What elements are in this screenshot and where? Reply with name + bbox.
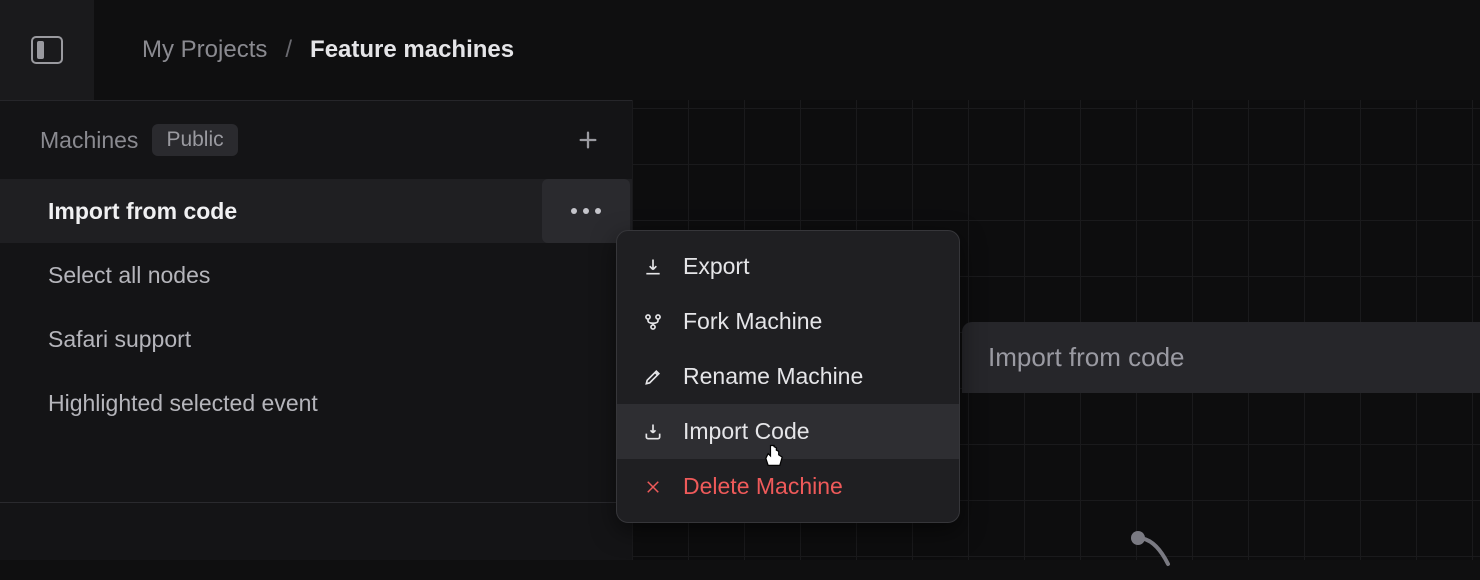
breadcrumb-root[interactable]: My Projects: [142, 36, 267, 64]
machine-list: Import from code Select all nodes Safari…: [0, 179, 632, 435]
context-menu: Export Fork Machine Rename Machine Impor…: [616, 230, 960, 523]
menu-item-label: Fork Machine: [683, 308, 822, 335]
sidebar: Machines Public Import from code Select …: [0, 100, 632, 560]
machine-item-label: Import from code: [48, 198, 237, 225]
menu-item-label: Export: [683, 253, 749, 280]
menu-item-export[interactable]: Export: [617, 239, 959, 294]
pencil-icon: [641, 365, 665, 389]
machine-item[interactable]: Safari support: [0, 307, 632, 371]
sidebar-toggle-wrap: [0, 0, 94, 100]
menu-item-label: Import Code: [683, 418, 810, 445]
machine-more-button[interactable]: [542, 179, 630, 243]
menu-item-fork[interactable]: Fork Machine: [617, 294, 959, 349]
node-title: Import from code: [988, 342, 1185, 372]
x-icon: [641, 475, 665, 499]
connector-icon: [1120, 520, 1180, 580]
fork-icon: [641, 310, 665, 334]
sidebar-header: Machines Public: [0, 101, 632, 179]
more-icon: [571, 208, 601, 214]
machine-item-label: Safari support: [48, 326, 191, 353]
sidebar-footer: [0, 502, 632, 560]
download-icon: [641, 255, 665, 279]
menu-item-import-code[interactable]: Import Code: [617, 404, 959, 459]
sidebar-header-left: Machines Public: [40, 124, 238, 156]
breadcrumb-current[interactable]: Feature machines: [310, 36, 514, 64]
plus-icon: [577, 129, 599, 151]
visibility-badge: Public: [152, 124, 237, 156]
sidebar-title: Machines: [40, 127, 138, 154]
topbar: My Projects / Feature machines: [0, 0, 1480, 100]
breadcrumb-separator: /: [285, 36, 292, 64]
machine-item[interactable]: Select all nodes: [0, 243, 632, 307]
menu-item-label: Rename Machine: [683, 363, 863, 390]
machine-item-label: Select all nodes: [48, 262, 210, 289]
machine-node[interactable]: Import from code: [962, 322, 1480, 393]
menu-item-rename[interactable]: Rename Machine: [617, 349, 959, 404]
sidebar-toggle-icon[interactable]: [31, 36, 63, 64]
add-machine-button[interactable]: [572, 124, 604, 156]
machine-item[interactable]: Import from code: [0, 179, 632, 243]
machine-item-label: Highlighted selected event: [48, 390, 318, 417]
menu-item-label: Delete Machine: [683, 473, 843, 500]
breadcrumb: My Projects / Feature machines: [94, 36, 514, 64]
menu-item-delete[interactable]: Delete Machine: [617, 459, 959, 514]
machine-item[interactable]: Highlighted selected event: [0, 371, 632, 435]
import-icon: [641, 420, 665, 444]
